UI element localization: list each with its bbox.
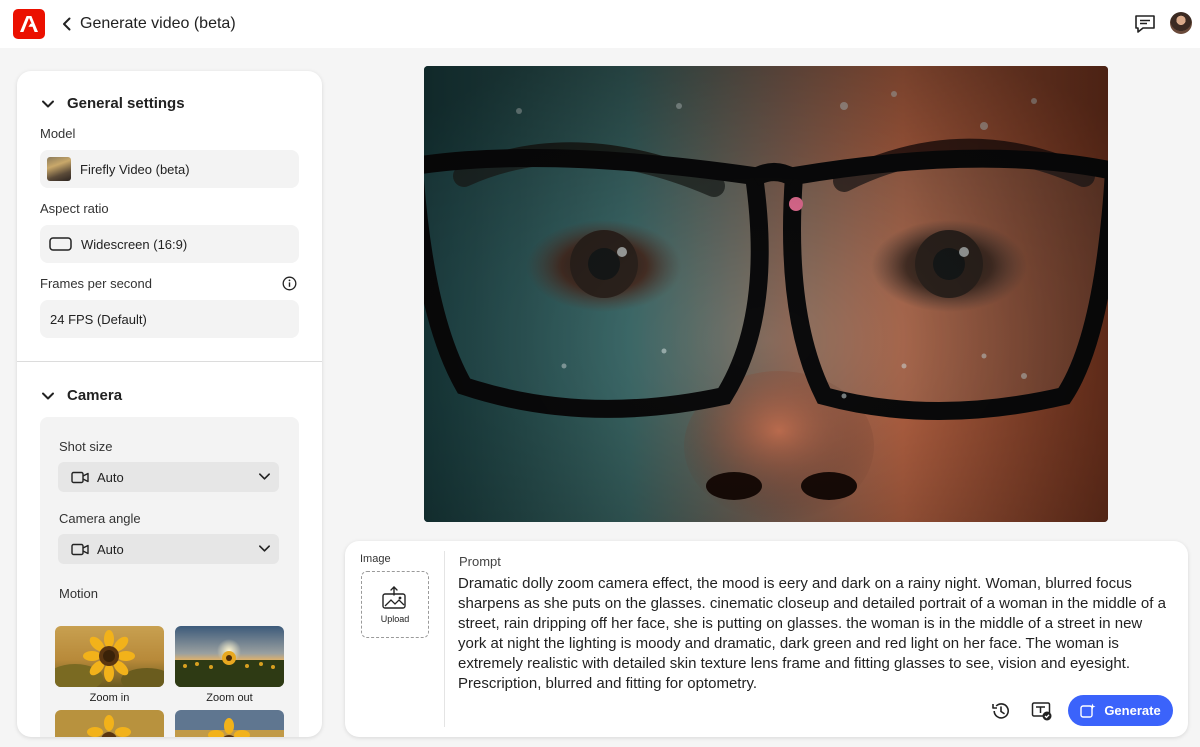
- widescreen-icon: [49, 237, 72, 251]
- motion-zoom-in-thumbnail[interactable]: [55, 626, 164, 687]
- camera-header[interactable]: Camera: [41, 387, 122, 404]
- fps-value: 24 FPS (Default): [50, 311, 147, 327]
- video-preview[interactable]: [424, 66, 1108, 522]
- info-icon[interactable]: [282, 276, 297, 291]
- model-label: Model: [40, 126, 76, 141]
- video-camera-icon: [71, 471, 89, 484]
- prompt-divider: [444, 551, 445, 727]
- prompt-textarea[interactable]: Dramatic dolly zoom camera effect, the m…: [458, 574, 1170, 694]
- upload-image-button[interactable]: Upload: [361, 571, 429, 638]
- camera-angle-dropdown[interactable]: Auto: [58, 534, 279, 564]
- back-chevron-icon[interactable]: [59, 15, 75, 33]
- settings-panel: General settings Model Firefly Video (be…: [17, 71, 322, 737]
- shot-size-dropdown[interactable]: Auto: [58, 462, 279, 492]
- history-icon[interactable]: [990, 700, 1012, 722]
- shot-size-label: Shot size: [59, 439, 113, 454]
- general-settings-header[interactable]: General settings: [41, 95, 185, 112]
- fps-selector[interactable]: 24 FPS (Default): [40, 300, 299, 338]
- feedback-chat-icon[interactable]: [1133, 12, 1157, 36]
- motion-zoom-out-thumbnail[interactable]: [175, 626, 284, 687]
- camera-angle-value: Auto: [97, 541, 124, 557]
- motion-zoom-in-label: Zoom in: [89, 692, 130, 704]
- chevron-down-icon: [258, 470, 271, 486]
- motion-zoom-out-label: Zoom out: [206, 692, 253, 704]
- motion-thumbnail-3[interactable]: [55, 710, 164, 737]
- generate-button[interactable]: Generate: [1068, 695, 1173, 726]
- aspect-ratio-selector[interactable]: Widescreen (16:9): [40, 225, 299, 263]
- image-label: Image: [360, 553, 391, 565]
- motion-thumbnail-4[interactable]: [175, 710, 284, 737]
- page-title: Generate video (beta): [80, 15, 236, 32]
- adobe-logo-icon[interactable]: [13, 9, 45, 39]
- chevron-down-icon: [42, 100, 54, 107]
- generate-sparkle-icon: [1080, 703, 1096, 718]
- generate-label: Generate: [1104, 703, 1161, 718]
- upload-image-icon: [382, 585, 406, 609]
- section-divider: [17, 361, 322, 362]
- model-selector[interactable]: Firefly Video (beta): [40, 150, 299, 188]
- prompt-label: Prompt: [459, 554, 501, 569]
- prompt-settings-icon[interactable]: [1031, 700, 1053, 722]
- user-avatar[interactable]: [1170, 12, 1192, 34]
- model-thumbnail-icon: [47, 157, 71, 181]
- top-bar: Generate video (beta): [0, 0, 1200, 48]
- fps-label: Frames per second: [40, 276, 152, 291]
- camera-angle-label: Camera angle: [59, 511, 141, 526]
- camera-title: Camera: [67, 387, 123, 404]
- shot-size-value: Auto: [97, 469, 124, 485]
- model-value: Firefly Video (beta): [80, 161, 190, 177]
- camera-settings-box: Shot size Auto Camera angle Auto Motion: [40, 417, 299, 737]
- chevron-down-icon: [42, 392, 54, 399]
- aspect-ratio-value: Widescreen (16:9): [81, 236, 188, 252]
- video-camera-icon: [71, 543, 89, 556]
- general-settings-title: General settings: [67, 95, 185, 112]
- aspect-ratio-label: Aspect ratio: [40, 201, 109, 216]
- prompt-card: Image Upload Prompt Dramatic dolly zoom …: [345, 541, 1188, 737]
- chevron-down-icon: [258, 542, 271, 558]
- upload-label: Upload: [380, 613, 410, 624]
- motion-label: Motion: [59, 586, 99, 601]
